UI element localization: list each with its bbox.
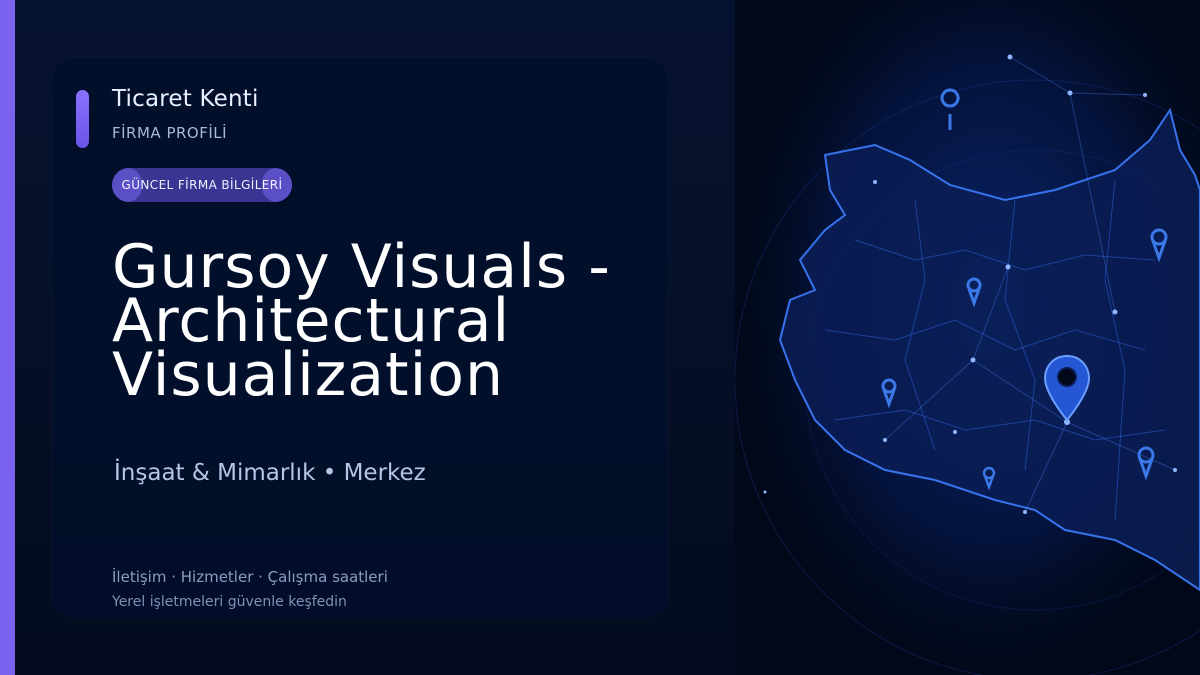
status-badge: GÜNCEL FİRMA BİLGİLERİ	[112, 168, 292, 202]
badge-label: GÜNCEL FİRMA BİLGİLERİ	[121, 178, 283, 192]
footer-tagline: Yerel işletmeleri güvenle keşfedin	[112, 594, 347, 610]
title-line-3: Visualization	[112, 340, 504, 410]
brand-accent-bar	[76, 90, 89, 148]
accent-stripe	[0, 0, 15, 675]
footer-links: İletişim · Hizmetler · Çalışma saatleri	[112, 568, 388, 586]
company-title: Gursoy Visuals - Architectural Visualiza…	[112, 237, 672, 410]
map-illustration	[735, 0, 1200, 675]
brand-subtitle: FİRMA PROFİLİ	[112, 124, 228, 142]
category-location: İnşaat & Mimarlık • Merkez	[114, 460, 426, 486]
brand-name: Ticaret Kenti	[112, 86, 259, 112]
